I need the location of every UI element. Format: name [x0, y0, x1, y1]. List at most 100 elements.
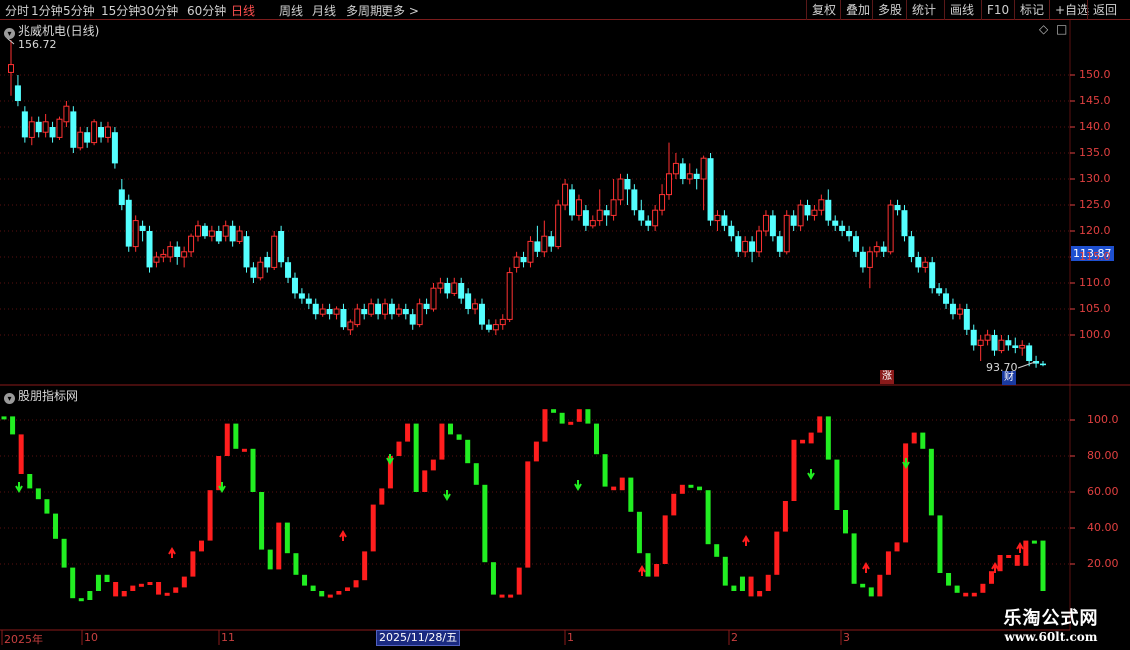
toolbar-button-6[interactable]: 标记 — [1014, 0, 1049, 20]
indicator-bar — [662, 515, 668, 564]
indicator-bar — [1040, 540, 1046, 591]
indicator-bar — [705, 490, 711, 545]
candle-body — [444, 283, 451, 294]
period-tab-10[interactable]: 更多 > — [381, 2, 419, 19]
square-icon[interactable]: □ — [1056, 22, 1067, 36]
toolbar-button-0[interactable]: 复权 — [806, 0, 841, 20]
candle-body — [728, 225, 735, 237]
indicator-y-tick: 80.00 — [1087, 449, 1119, 462]
candle-body — [312, 303, 319, 315]
finance-badge[interactable]: 财 — [1002, 371, 1016, 385]
candle-body — [465, 293, 472, 309]
toolbar-button-8[interactable]: 返回 — [1087, 0, 1122, 20]
candle-body — [208, 230, 215, 237]
candle-body — [298, 293, 305, 299]
indicator-bar — [70, 567, 76, 599]
date-label: 11 — [221, 631, 235, 644]
period-tab-4[interactable]: 30分钟 — [139, 2, 178, 19]
candle-body — [42, 121, 49, 133]
candle-body — [915, 257, 922, 268]
buy-arrow — [862, 562, 870, 573]
toolbar-button-4[interactable]: 画线 — [944, 0, 979, 20]
limit-up-badge: 涨 — [880, 370, 894, 384]
indicator-bar — [190, 551, 196, 577]
toolbar-button-2[interactable]: 多股 — [872, 0, 907, 20]
candle-body — [866, 251, 873, 268]
chevron-down-icon[interactable]: ▾ — [4, 393, 15, 404]
candle-body — [880, 246, 887, 252]
candle-body — [742, 240, 749, 253]
date-label: 2025年 — [4, 633, 43, 646]
indicator-bar — [971, 592, 977, 597]
indicator-bar — [53, 513, 59, 539]
candle-body — [8, 64, 14, 73]
stock-chart[interactable] — [0, 20, 1130, 650]
indicator-bar — [181, 576, 187, 588]
candle-body — [721, 215, 728, 226]
period-tab-1[interactable]: 1分钟 — [31, 2, 63, 19]
chevron-down-icon[interactable]: ▾ — [4, 28, 15, 39]
candle-body — [153, 256, 160, 263]
indicator-bar — [405, 423, 411, 442]
indicator-bar — [757, 591, 763, 597]
candle-body — [610, 199, 617, 216]
period-tab-5[interactable]: 60分钟 — [187, 2, 226, 19]
indicator-bar — [379, 488, 385, 505]
candle-body — [70, 111, 77, 148]
indicator-bar — [293, 553, 299, 575]
candle-body — [98, 127, 105, 138]
indicator-bar — [877, 574, 883, 597]
indicator-bar — [791, 439, 797, 501]
candle-body — [970, 329, 977, 346]
candle-body — [707, 158, 714, 221]
indicator-bar — [362, 551, 368, 581]
period-tab-7[interactable]: 周线 — [279, 2, 303, 19]
candle-body — [541, 235, 548, 253]
candle-body — [859, 251, 866, 268]
candle-body — [1012, 345, 1019, 348]
candle-body — [749, 241, 756, 252]
candle-body — [548, 236, 555, 247]
sell-arrow — [15, 482, 23, 493]
buy-arrow — [742, 535, 750, 546]
indicator-bar — [336, 591, 342, 595]
main-panel-title: ▾ 兆威机电(日线) — [4, 22, 99, 39]
toolbar-button-3[interactable]: 统计 — [906, 0, 941, 20]
indicator-bar — [156, 582, 162, 595]
toolbar-button-5[interactable]: F10 — [981, 0, 1014, 20]
period-tab-8[interactable]: 月线 — [312, 2, 336, 19]
indicator-bar — [216, 456, 222, 491]
indicator-bar — [448, 423, 454, 435]
candle-body — [672, 162, 679, 175]
indicator-bar — [439, 423, 445, 460]
watermark-url: www.60lt.com — [1004, 630, 1098, 644]
indicator-bar — [241, 448, 247, 452]
indicator-bar — [851, 533, 857, 584]
candle-body — [492, 324, 499, 331]
period-tab-2[interactable]: 5分钟 — [63, 2, 95, 19]
candle-body — [167, 246, 174, 258]
candle-body — [596, 209, 603, 222]
indicator-y-tick: 20.00 — [1087, 557, 1119, 570]
period-tab-3[interactable]: 15分钟 — [101, 2, 140, 19]
period-tab-6[interactable]: 日线 — [231, 2, 255, 19]
watermark: 乐淘公式网 www.60lt.com — [976, 604, 1126, 644]
candle-body — [562, 183, 569, 206]
period-tab-0[interactable]: 分时 — [5, 2, 29, 19]
period-tab-9[interactable]: 多周期 — [346, 2, 382, 19]
indicator-bar — [834, 459, 840, 510]
watermark-title: 乐淘公式网 — [1003, 608, 1099, 629]
sell-arrow — [443, 490, 451, 501]
indicator-bar — [198, 540, 204, 552]
candle-body — [160, 253, 167, 258]
indicator-bar — [894, 542, 900, 552]
candle-body — [35, 121, 42, 133]
indicator-bar — [267, 549, 273, 570]
toolbar-button-1[interactable]: 叠加 — [840, 0, 875, 20]
candle-body — [56, 118, 63, 138]
indicator-bar — [739, 576, 745, 591]
indicator-bar — [259, 492, 265, 550]
indicator-bar — [988, 571, 994, 584]
diamond-icon[interactable]: ◇ — [1039, 22, 1048, 36]
sell-arrow — [807, 469, 815, 480]
